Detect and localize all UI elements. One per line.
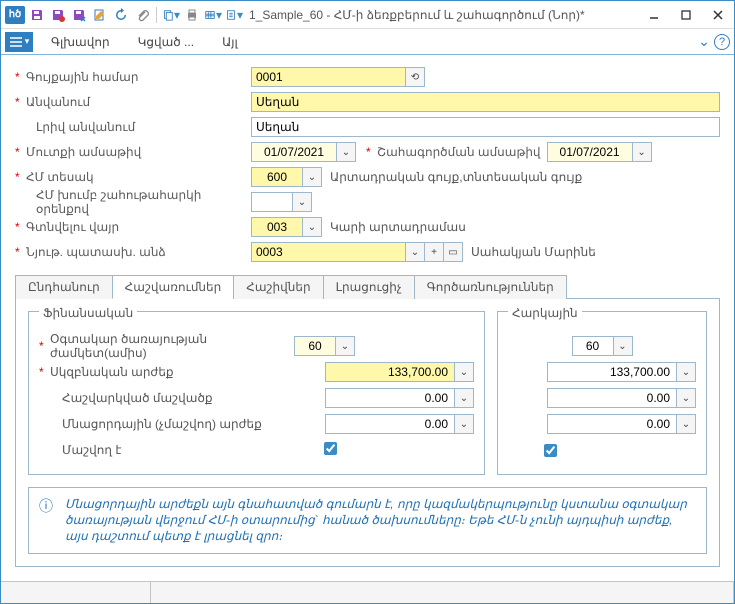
fin-init-field[interactable] (325, 362, 455, 382)
fin-life-dropdown-button[interactable]: ⌄ (335, 336, 355, 356)
minimize-button[interactable] (642, 5, 666, 25)
fin-life-label: Օգտակար ծառայության ժամկետ(ամիս) (50, 332, 294, 360)
attach-icon[interactable] (133, 6, 151, 24)
location-label: Գտնվելու վայր (26, 220, 251, 234)
entry-date-label: Մուտքի ամսաթիվ (26, 145, 251, 159)
inventory-no-field[interactable] (251, 67, 406, 87)
fin-wear-checkbox[interactable] (324, 442, 337, 455)
fullname-label: Լրիվ անվանում (26, 120, 251, 134)
fin-wear-label: Մաշվող է (50, 443, 294, 457)
grid-icon[interactable]: ▾ (204, 6, 222, 24)
tax-group: Հարկային ⌄ ⌄ ⌄ (497, 311, 707, 475)
save-icon[interactable] (28, 6, 46, 24)
status-cell-1 (1, 582, 151, 603)
hm-type-code-field[interactable] (251, 167, 303, 187)
location-dropdown-button[interactable]: ⌄ (302, 217, 322, 237)
titlebar: հծ ▾ ▾ ▾ 1_Sample_60 - ՀՄ-ի ձեռքբերում և… (1, 1, 734, 29)
maximize-button[interactable] (674, 5, 698, 25)
save-close-icon[interactable] (49, 6, 67, 24)
tab-general[interactable]: Ընդհանուր (15, 275, 113, 299)
hm-group-label: ՀՄ խումբ շահութահարկի օրենքով (26, 188, 251, 216)
tab-accounts[interactable]: Հաշիվներ (233, 275, 323, 299)
tax-resid-field[interactable] (547, 414, 677, 434)
copy-icon[interactable]: ▾ (162, 6, 180, 24)
toolbar-separator (156, 7, 157, 23)
name-label: Անվանում (26, 95, 251, 109)
location-code-field[interactable] (251, 217, 303, 237)
fin-resid-dropdown-button[interactable]: ⌄ (454, 414, 474, 434)
fullname-field[interactable] (251, 117, 720, 137)
entry-date-picker-button[interactable]: ⌄ (336, 142, 356, 162)
location-text: Կարի արտադրամաս (330, 220, 466, 234)
fin-life-field[interactable] (294, 336, 336, 356)
hm-type-text: Արտադրական գույք,տնտեսական գույք (330, 170, 582, 184)
resp-dropdown-button[interactable]: ⌄ (405, 242, 425, 262)
name-field[interactable] (251, 92, 720, 112)
op-date-field[interactable] (547, 142, 633, 162)
statusbar (1, 581, 734, 603)
menu-main[interactable]: Գլխավոր (37, 31, 124, 53)
resp-add-button[interactable]: + (424, 242, 444, 262)
hm-group-dropdown-button[interactable]: ⌄ (292, 192, 312, 212)
tax-life-dropdown-button[interactable]: ⌄ (613, 336, 633, 356)
tax-init-dropdown-button[interactable]: ⌄ (676, 362, 696, 382)
hm-type-label: ՀՄ տեսակ (26, 170, 251, 184)
entry-date-field[interactable] (251, 142, 337, 162)
tax-init-field[interactable] (547, 362, 677, 382)
op-date-label: Շահագործման ամսաթիվ (377, 145, 541, 159)
info-box: ⓘ Մնացորդային արժեքն այն գնահատված գումա… (28, 487, 707, 554)
fin-init-dropdown-button[interactable]: ⌄ (454, 362, 474, 382)
resp-code-field[interactable] (251, 242, 406, 262)
save-as-icon[interactable] (70, 6, 88, 24)
expand-ribbon-icon[interactable]: ⌄ (694, 33, 714, 50)
form-area: * Գույքային համար ⟲ * Անվանում Լրիվ անվա… (1, 55, 734, 581)
required-mark: * (15, 70, 23, 84)
resp-view-button[interactable]: ▭ (443, 242, 463, 262)
tax-resid-dropdown-button[interactable]: ⌄ (676, 414, 696, 434)
quick-access-toolbar: հծ ▾ ▾ ▾ (5, 6, 243, 24)
tab-accounting[interactable]: Հաշվառումներ (112, 275, 235, 299)
info-icon: ⓘ (39, 496, 57, 545)
fin-depr-label: Հաշվարկված մաշվածք (50, 391, 294, 405)
main-menu-button[interactable]: ▾ (5, 32, 33, 52)
tax-group-title: Հարկային (508, 306, 582, 320)
tab-strip: Ընդհանուր Հաշվառումներ Հաշիվներ Լրացուցի… (15, 274, 720, 299)
info-text: Մնացորդային արժեքն այն գնահատված գումարն… (65, 496, 696, 545)
fin-resid-label: Մնացորդային (չմաշվող) արժեք (50, 417, 294, 431)
tab-body: Ֆինանսական * Օգտակար ծառայության ժամկետ(… (15, 299, 720, 567)
menu-other[interactable]: Այլ (208, 31, 252, 53)
hm-type-dropdown-button[interactable]: ⌄ (302, 167, 322, 187)
op-date-picker-button[interactable]: ⌄ (632, 142, 652, 162)
inventory-no-lookup-button[interactable]: ⟲ (405, 67, 425, 87)
print-icon[interactable] (183, 6, 201, 24)
refresh-icon[interactable] (112, 6, 130, 24)
financial-group: Ֆինանսական * Օգտակար ծառայության ժամկետ(… (28, 311, 485, 475)
fin-init-label: Սկզբնական արժեք (50, 365, 294, 379)
fin-depr-dropdown-button[interactable]: ⌄ (454, 388, 474, 408)
close-button[interactable] (706, 5, 730, 25)
tab-operations[interactable]: Գործառնություններ (414, 275, 567, 299)
edit-icon[interactable] (91, 6, 109, 24)
tax-depr-field[interactable] (547, 388, 677, 408)
hm-group-field[interactable] (251, 192, 293, 212)
financial-group-title: Ֆինանսական (39, 306, 137, 320)
tab-additional[interactable]: Լրացուցիչ (323, 275, 415, 299)
doc-icon[interactable]: ▾ (225, 6, 243, 24)
fin-depr-field[interactable] (325, 388, 455, 408)
window-title: 1_Sample_60 - ՀՄ-ի ձեռքբերում և շահագործ… (249, 8, 634, 22)
app-window: հծ ▾ ▾ ▾ 1_Sample_60 - ՀՄ-ի ձեռքբերում և… (0, 0, 735, 604)
tax-depr-dropdown-button[interactable]: ⌄ (676, 388, 696, 408)
status-cell-2 (151, 582, 734, 603)
fin-resid-field[interactable] (325, 414, 455, 434)
app-icon: հծ (5, 6, 25, 24)
menubar: ▾ Գլխավոր Կցված ... Այլ ⌄ ? (1, 29, 734, 55)
inventory-no-label: Գույքային համար (26, 70, 251, 84)
menu-section[interactable]: Կցված ... (124, 31, 208, 53)
help-icon[interactable]: ? (714, 34, 730, 50)
resp-text: Սահակյան Մարինե (471, 245, 596, 259)
tax-wear-checkbox[interactable] (544, 444, 557, 457)
tax-life-field[interactable] (572, 336, 614, 356)
resp-label: Նյութ. պատասխ. անձ (26, 245, 251, 259)
window-controls (642, 5, 730, 25)
